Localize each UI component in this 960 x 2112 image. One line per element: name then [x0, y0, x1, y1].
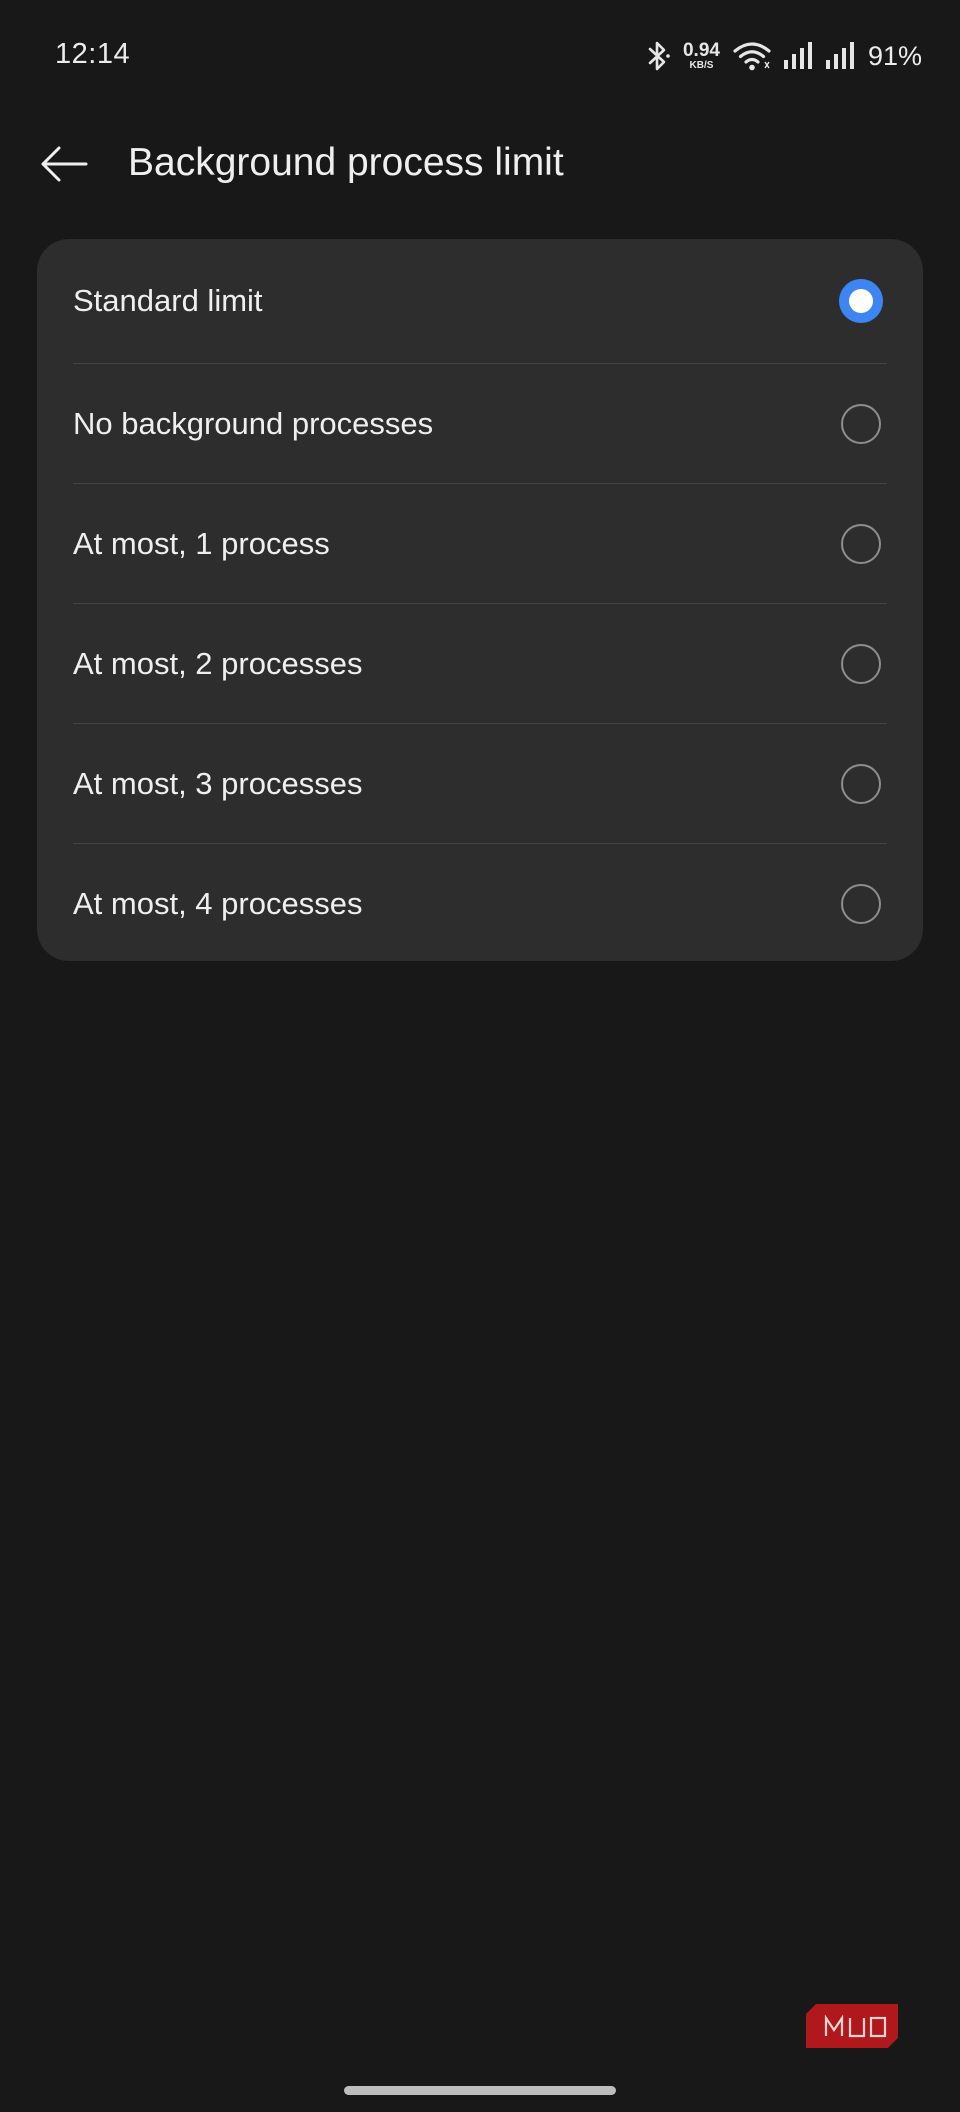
radio-button[interactable]	[841, 883, 881, 924]
radio-button[interactable]	[841, 763, 881, 804]
network-speed-unit: KB/S	[689, 60, 714, 71]
gesture-navigation-handle[interactable]	[344, 2086, 616, 2095]
status-icons: 0.94 KB/S 91%	[645, 36, 922, 76]
arrow-left-icon	[38, 144, 90, 189]
options-card: Standard limit No background processes A…	[37, 239, 923, 961]
network-speed-value: 0.94	[682, 40, 720, 61]
battery-percent: 91%	[867, 40, 922, 71]
option-standard-limit[interactable]: Standard limit	[73, 239, 887, 363]
option-label: At most, 3 processes	[73, 765, 363, 801]
muo-watermark-logo	[806, 2004, 898, 2048]
radio-button[interactable]	[841, 523, 881, 564]
radio-button[interactable]	[841, 403, 881, 444]
app-bar: Background process limit	[0, 112, 960, 222]
radio-button[interactable]	[841, 643, 881, 684]
option-label: At most, 4 processes	[73, 885, 363, 921]
radio-button-selected[interactable]	[839, 279, 883, 323]
network-speed: 0.94 KB/S	[683, 41, 720, 71]
signal-icon	[782, 41, 814, 71]
settings-screen: 12:14 0.94 KB/S 91% Background process l…	[0, 0, 960, 2112]
option-at-most-3-processes[interactable]: At most, 3 processes	[73, 723, 887, 843]
back-button[interactable]	[28, 130, 100, 202]
option-label: At most, 1 process	[73, 525, 330, 561]
option-at-most-1-process[interactable]: At most, 1 process	[73, 483, 887, 603]
page-title: Background process limit	[128, 141, 564, 184]
option-at-most-2-processes[interactable]: At most, 2 processes	[73, 603, 887, 723]
option-label: At most, 2 processes	[73, 645, 363, 681]
wifi-icon	[732, 40, 772, 72]
signal-icon	[824, 41, 856, 71]
option-label: No background processes	[73, 405, 434, 441]
option-no-background-processes[interactable]: No background processes	[73, 363, 887, 483]
bluetooth-icon	[645, 39, 671, 73]
status-time: 12:14	[55, 38, 131, 70]
option-label: Standard limit	[73, 283, 263, 318]
option-at-most-4-processes[interactable]: At most, 4 processes	[73, 843, 887, 961]
status-bar: 12:14 0.94 KB/S 91%	[0, 0, 960, 112]
